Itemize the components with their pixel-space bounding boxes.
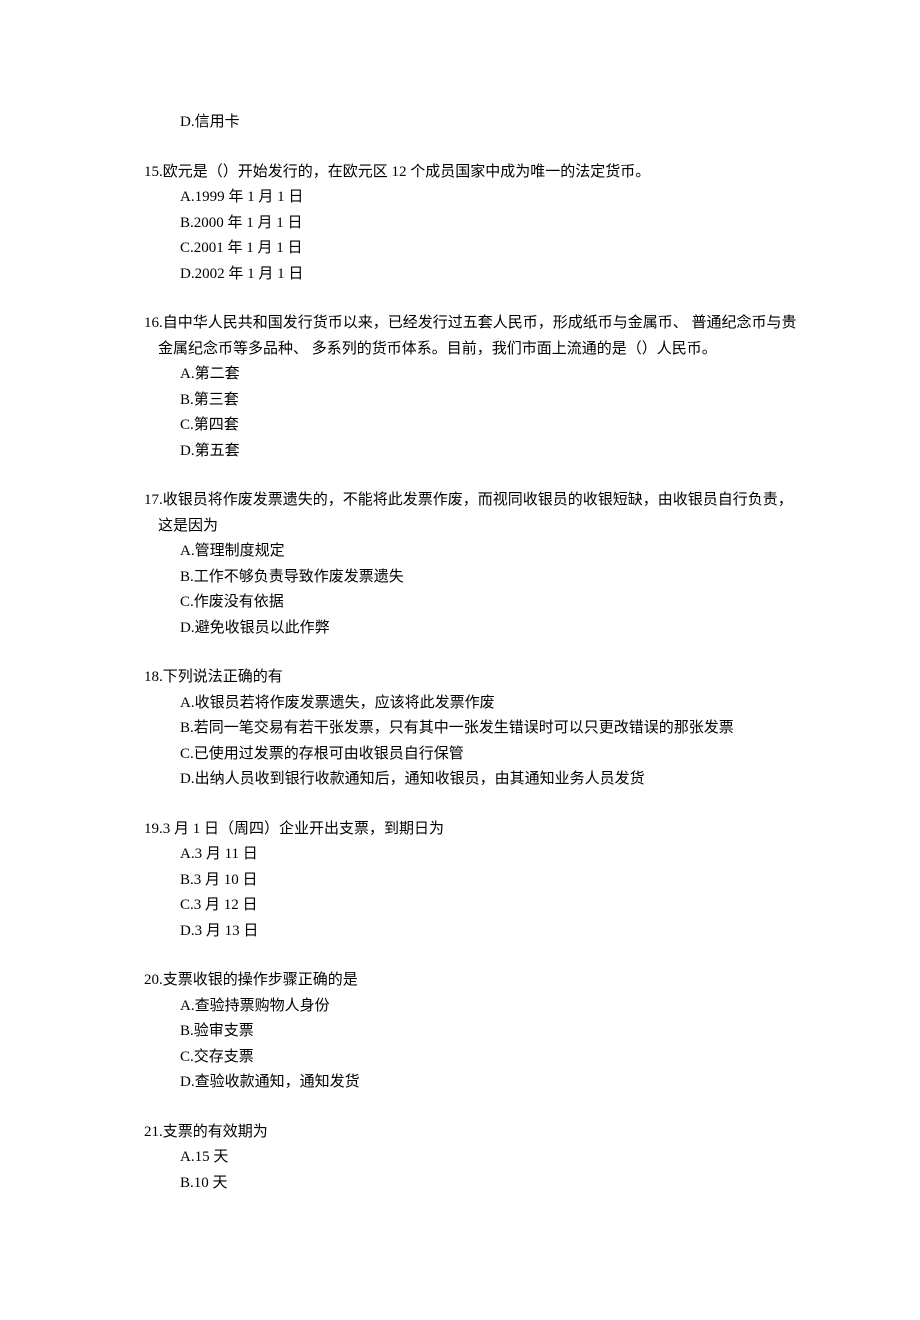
question-15-text: 15.欧元是（）开始发行的，在欧元区 12 个成员国家中成为唯一的法定货币。 <box>144 160 800 186</box>
question-16-option-d: D.第五套 <box>180 439 800 465</box>
question-21-option-a: A.15 天 <box>180 1145 800 1171</box>
question-16-text: 16.自中华人民共和国发行货币以来，已经发行过五套人民币，形成纸币与金属币、 普… <box>144 311 800 362</box>
question-16: 16.自中华人民共和国发行货币以来，已经发行过五套人民币，形成纸币与金属币、 普… <box>130 311 800 464</box>
question-15-option-a: A.1999 年 1 月 1 日 <box>180 185 800 211</box>
question-15-option-c: C.2001 年 1 月 1 日 <box>180 236 800 262</box>
question-20-option-a: A.查验持票购物人身份 <box>180 994 800 1020</box>
question-19-option-a: A.3 月 11 日 <box>180 842 800 868</box>
question-19-option-c: C.3 月 12 日 <box>180 893 800 919</box>
question-20: 20.支票收银的操作步骤正确的是 A.查验持票购物人身份 B.验审支票 C.交存… <box>130 968 800 1096</box>
question-21-text: 21.支票的有效期为 <box>144 1120 800 1146</box>
question-18-option-a: A.收银员若将作废发票遗失，应该将此发票作废 <box>180 691 800 717</box>
question-20-option-c: C.交存支票 <box>180 1045 800 1071</box>
question-15: 15.欧元是（）开始发行的，在欧元区 12 个成员国家中成为唯一的法定货币。 A… <box>130 160 800 288</box>
question-17-option-b: B.工作不够负责导致作废发票遗失 <box>180 565 800 591</box>
question-19: 19.3 月 1 日（周四）企业开出支票，到期日为 A.3 月 11 日 B.3… <box>130 817 800 945</box>
question-16-option-a: A.第二套 <box>180 362 800 388</box>
question-20-option-d: D.查验收款通知，通知发货 <box>180 1070 800 1096</box>
question-15-option-b: B.2000 年 1 月 1 日 <box>180 211 800 237</box>
question-19-option-d: D.3 月 13 日 <box>180 919 800 945</box>
question-16-option-b: B.第三套 <box>180 388 800 414</box>
question-20-option-b: B.验审支票 <box>180 1019 800 1045</box>
question-21: 21.支票的有效期为 A.15 天 B.10 天 <box>130 1120 800 1197</box>
question-18-option-b: B.若同一笔交易有若干张发票，只有其中一张发生错误时可以只更改错误的那张发票 <box>180 716 800 742</box>
question-19-option-b: B.3 月 10 日 <box>180 868 800 894</box>
orphan-option-d: D.信用卡 <box>180 110 800 136</box>
question-17-option-a: A.管理制度规定 <box>180 539 800 565</box>
question-17: 17.收银员将作废发票遗失的，不能将此发票作废，而视同收银员的收银短缺，由收银员… <box>130 488 800 641</box>
question-18-text: 18.下列说法正确的有 <box>144 665 800 691</box>
question-18: 18.下列说法正确的有 A.收银员若将作废发票遗失，应该将此发票作废 B.若同一… <box>130 665 800 793</box>
question-20-text: 20.支票收银的操作步骤正确的是 <box>144 968 800 994</box>
question-18-option-d: D.出纳人员收到银行收款通知后，通知收银员，由其通知业务人员发货 <box>180 767 800 793</box>
question-17-option-d: D.避免收银员以此作弊 <box>180 616 800 642</box>
question-19-text: 19.3 月 1 日（周四）企业开出支票，到期日为 <box>144 817 800 843</box>
question-15-option-d: D.2002 年 1 月 1 日 <box>180 262 800 288</box>
question-17-text: 17.收银员将作废发票遗失的，不能将此发票作废，而视同收银员的收银短缺，由收银员… <box>144 488 800 539</box>
question-17-option-c: C.作废没有依据 <box>180 590 800 616</box>
question-21-option-b: B.10 天 <box>180 1171 800 1197</box>
question-18-option-c: C.已使用过发票的存根可由收银员自行保管 <box>180 742 800 768</box>
question-16-option-c: C.第四套 <box>180 413 800 439</box>
